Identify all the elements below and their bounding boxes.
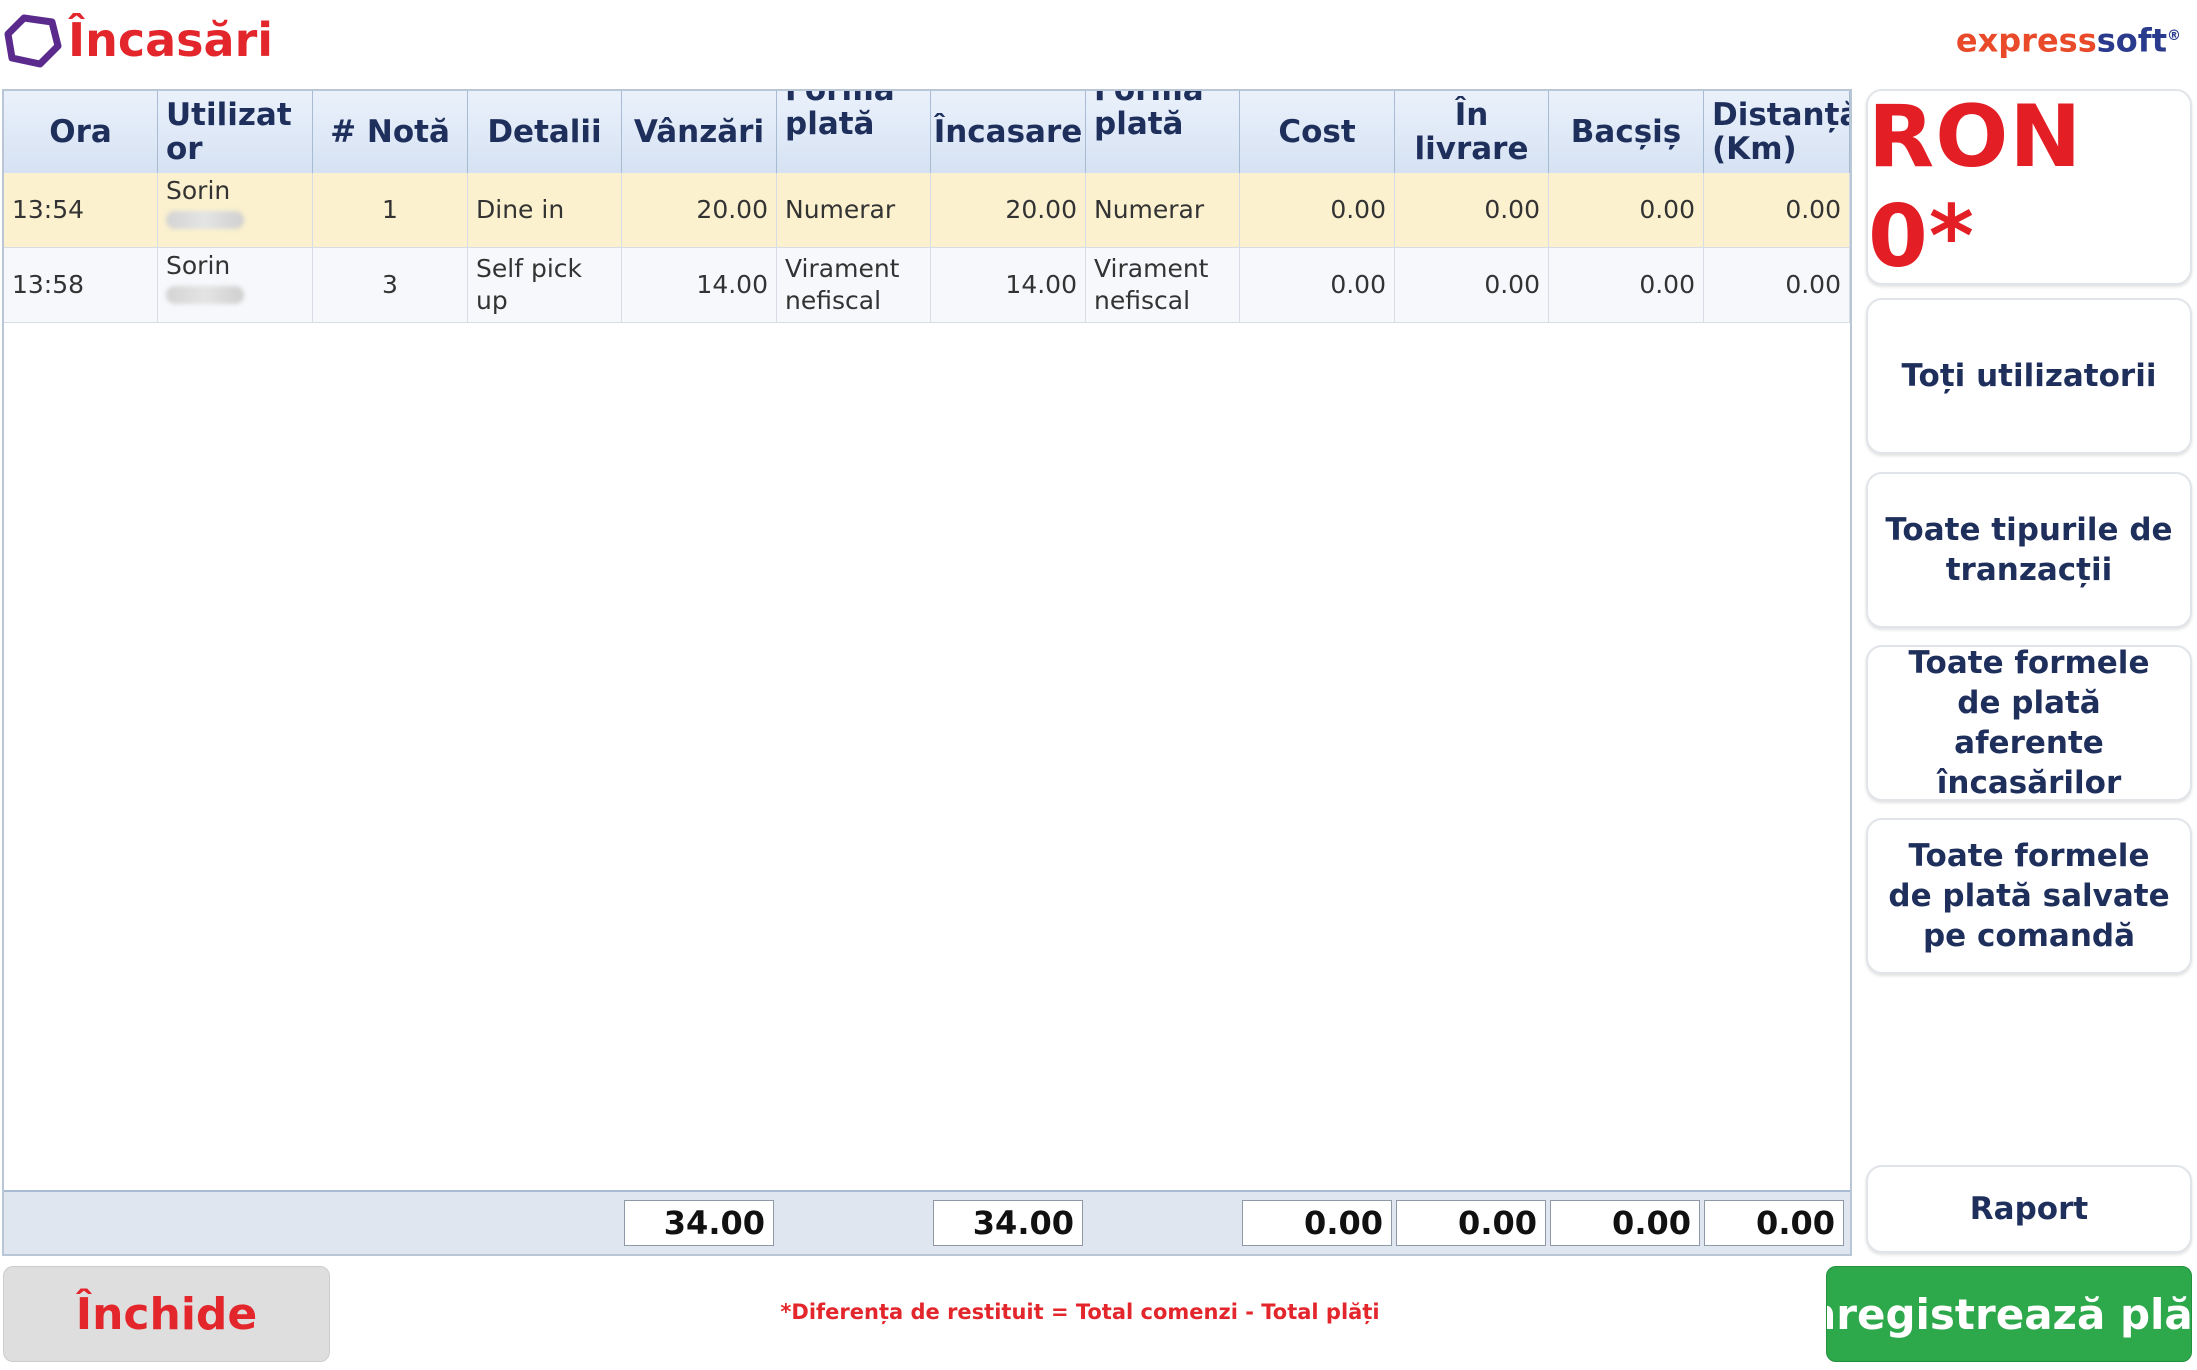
total-vanzari: 34.00: [624, 1200, 774, 1246]
close-button[interactable]: Închide: [3, 1266, 330, 1362]
column-header-incasare[interactable]: Încasare: [931, 91, 1086, 173]
page-title: Încasări: [68, 13, 274, 67]
column-header-bacsis[interactable]: Bacșiș: [1549, 91, 1704, 173]
cell-distanta: 0.00: [1704, 173, 1850, 247]
brand-logo: expresssoft®: [1956, 16, 2181, 61]
cell-ora: 13:58: [4, 248, 158, 322]
header: Încasări expresssoft®: [0, 0, 2197, 84]
total-in-livrare: 0.00: [1396, 1200, 1546, 1246]
cell-bacsis: 0.00: [1549, 248, 1704, 322]
user-name: Sorin: [166, 251, 231, 280]
column-header-forma-plata[interactable]: Forma plată: [777, 91, 931, 173]
brand-registered-mark: ®: [2167, 28, 2181, 44]
filter-users-button[interactable]: Toți utilizatorii: [1866, 298, 2192, 454]
hexagon-logo-icon: [4, 14, 62, 68]
cell-nota: 1: [313, 173, 468, 247]
cell-utilizator: Sorin: [158, 173, 313, 247]
refund-footnote: *Diferența de restituit = Total comenzi …: [780, 1300, 1380, 1324]
column-header-vanzari[interactable]: Vânzări: [622, 91, 777, 173]
cell-forma-plata-incasare: Numerar: [1086, 173, 1240, 247]
column-header-in-livrare[interactable]: În livrare: [1395, 91, 1549, 173]
column-header-nota[interactable]: # Notă: [313, 91, 468, 173]
cell-in-livrare: 0.00: [1395, 248, 1549, 322]
totals-bar: 34.00 34.00 0.00 0.00 0.00 0.00: [4, 1190, 1850, 1254]
cell-distanta: 0.00: [1704, 248, 1850, 322]
balance-display: RON 0*: [1866, 87, 2192, 287]
total-distanta: 0.00: [1704, 1200, 1844, 1246]
cell-nota: 3: [313, 248, 468, 322]
cell-forma-plata: Numerar: [777, 173, 931, 247]
table-header: Ora Utilizator # Notă Detalii Vânzări Fo…: [4, 91, 1850, 175]
column-header-forma-plata-incasare[interactable]: Forma plată: [1086, 91, 1240, 173]
cell-vanzari: 14.00: [622, 248, 777, 322]
user-name: Sorin: [166, 176, 231, 205]
cell-in-livrare: 0.00: [1395, 173, 1549, 247]
column-header-detalii[interactable]: Detalii: [468, 91, 622, 173]
cell-utilizator: Sorin: [158, 248, 313, 322]
cell-forma-plata: Virament nefiscal: [777, 248, 931, 322]
cell-ora: 13:54: [4, 173, 158, 247]
save-payments-button[interactable]: Înregistrează plăți: [1826, 1266, 2192, 1362]
blurred-surname: [166, 211, 244, 229]
brand-text-express: express: [1955, 21, 2097, 60]
cell-bacsis: 0.00: [1549, 173, 1704, 247]
cell-vanzari: 20.00: [622, 173, 777, 247]
filter-payment-forms-button[interactable]: Toate formele de plată aferente încasări…: [1866, 645, 2192, 801]
table-row[interactable]: 13:58 Sorin 3 Self pick up 14.00 Viramen…: [4, 248, 1850, 323]
transactions-table: Ora Utilizator # Notă Detalii Vânzări Fo…: [2, 89, 1852, 1256]
column-header-distanta[interactable]: Distanță (Km): [1704, 91, 1850, 173]
table-body: 13:54 Sorin 1 Dine in 20.00 Numerar 20.0…: [4, 173, 1850, 323]
filter-saved-payment-forms-button[interactable]: Toate formele de plată salvate pe comand…: [1866, 818, 2192, 974]
filter-transactions-button[interactable]: Toate tipurile de tranzacții: [1866, 472, 2192, 628]
column-header-ora[interactable]: Ora: [4, 91, 158, 173]
cell-incasare: 14.00: [931, 248, 1086, 322]
column-header-cost[interactable]: Cost: [1240, 91, 1395, 173]
total-cost: 0.00: [1242, 1200, 1392, 1246]
cell-forma-plata-incasare: Virament nefiscal: [1086, 248, 1240, 322]
blurred-surname: [166, 286, 244, 304]
cell-incasare: 20.00: [931, 173, 1086, 247]
report-button[interactable]: Raport: [1866, 1165, 2192, 1253]
cell-detalii: Self pick up: [468, 248, 622, 322]
total-bacsis: 0.00: [1550, 1200, 1700, 1246]
cell-detalii: Dine in: [468, 173, 622, 247]
table-row[interactable]: 13:54 Sorin 1 Dine in 20.00 Numerar 20.0…: [4, 173, 1850, 248]
brand-text-soft: soft: [2096, 21, 2167, 60]
cell-cost: 0.00: [1240, 248, 1395, 322]
column-header-utilizator[interactable]: Utilizator: [158, 91, 313, 173]
cell-cost: 0.00: [1240, 173, 1395, 247]
total-incasare: 34.00: [933, 1200, 1083, 1246]
